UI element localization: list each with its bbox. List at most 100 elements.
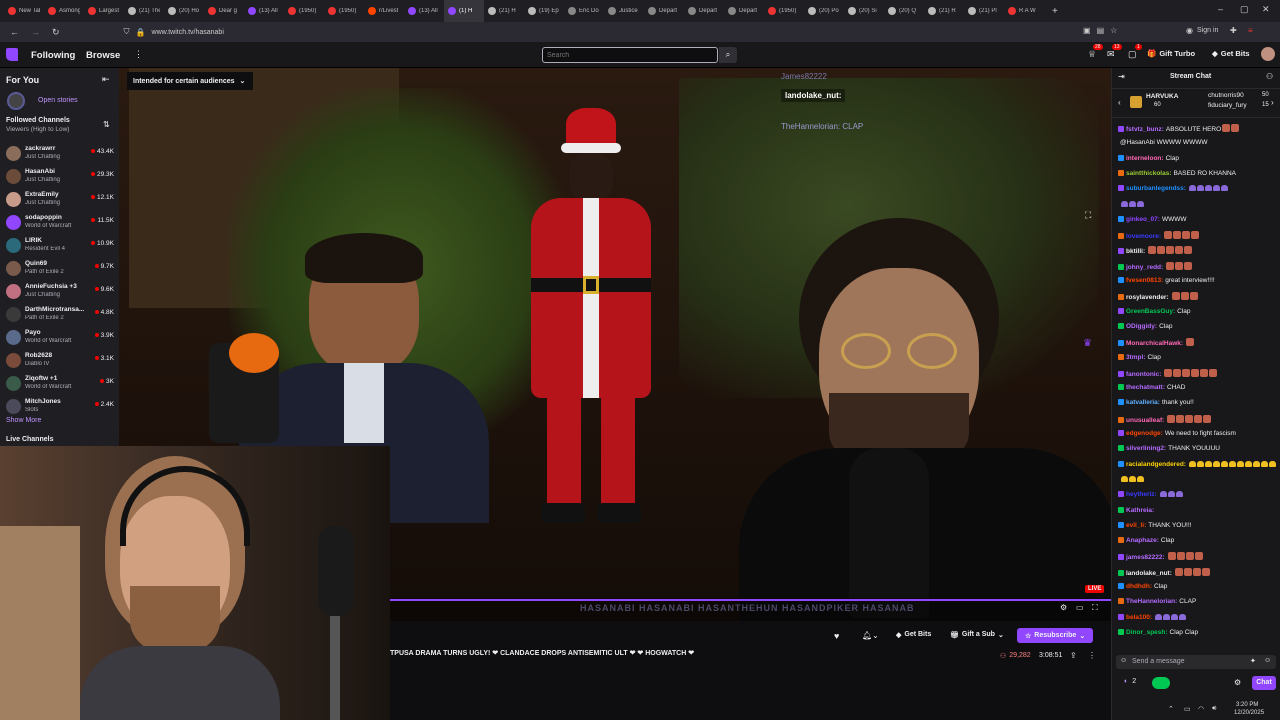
followed-channel-item[interactable]: zackrawrr Just Chatting 43.4K [0,143,119,166]
chat-send-button[interactable]: Chat [1252,676,1276,690]
collapse-sidebar-icon[interactable]: ⇤ [102,74,110,85]
browser-tab[interactable]: (19) Ep [524,0,564,22]
chat-username[interactable]: unusualleaf: [1126,417,1164,424]
gift-sub-button[interactable]: 🎁︎ Gift a Sub ⌄ [950,631,1004,639]
extension-icon[interactable]: ▣ [1083,26,1091,35]
share-icon[interactable]: ⇪ [1070,651,1077,660]
prime-crown-icon[interactable]: ♕ [1088,49,1096,60]
browser-tab[interactable]: r/Livest [364,0,404,22]
browser-tab[interactable]: (1950) [324,0,364,22]
chat-username[interactable]: james82222: [1126,554,1165,561]
fullscreen-icon[interactable]: ⛶ [1092,603,1098,613]
nav-following[interactable]: Following [31,50,75,61]
follow-heart-icon[interactable]: ♥ [834,631,839,641]
inbox-icon[interactable]: ✉ [1107,49,1115,60]
followed-channel-item[interactable]: Rob2628 Diablo IV 3.1K [0,350,119,373]
chat-username[interactable]: Anaphaze: [1126,537,1159,544]
followed-channel-item[interactable]: Ziqoftw +1 World of Warcraft 3K [0,373,119,396]
gift-turbo-button[interactable]: 🎁 Gift Turbo [1147,49,1195,58]
chat-username[interactable]: johny_redd: [1126,264,1163,271]
chat-username[interactable]: heytheriz: [1126,491,1157,498]
new-tab-button[interactable]: + [1052,6,1058,17]
nav-browse[interactable]: Browse [86,50,120,61]
browser-tab[interactable]: (13) All [404,0,444,22]
browser-tab[interactable]: (21) H [484,0,524,22]
chat-username[interactable]: landolake_nut: [1126,570,1172,577]
wifi-icon[interactable]: ◠ [1198,705,1204,713]
browser-tab[interactable]: (1950) [764,0,804,22]
followed-channel-item[interactable]: Quin69 Path of Exile 2 9.7K [0,258,119,281]
browser-tab[interactable]: Largest [84,0,124,22]
browser-tab[interactable]: (20) Q [884,0,924,22]
chat-username[interactable]: fanontonic: [1126,371,1161,378]
chat-username[interactable]: GreenBassGuy: [1126,308,1175,315]
emote-picker-icon[interactable]: ☺ [1120,657,1127,664]
chat-username[interactable]: lovemoore: [1126,233,1161,240]
browser-tab[interactable]: (21) The [124,0,164,22]
browser-tab[interactable]: Depart [684,0,724,22]
chat-username[interactable]: dhdhdh: [1126,583,1152,590]
bits-icon[interactable]: ✦ [1250,657,1256,665]
browser-tab[interactable]: Eric Do [564,0,604,22]
theatre-mode-icon[interactable]: ▭ [1076,603,1084,612]
chat-username[interactable]: bela100: [1126,614,1152,621]
more-options-icon[interactable]: ⋮ [1088,651,1096,660]
browser-tab[interactable]: R A W [1004,0,1044,22]
community-icon[interactable]: ⚇ [1266,72,1273,81]
chat-username[interactable]: MonarchicalHawk: [1126,340,1183,347]
chat-username[interactable]: fstvtz_bunz: [1126,126,1164,133]
twitch-logo-icon[interactable] [6,48,18,61]
emoji-icon[interactable]: ☺ [1264,657,1271,664]
chat-username[interactable]: saintthickolas: [1126,170,1172,177]
browser-tab[interactable]: Asmongold [44,0,84,22]
more-menu-icon[interactable]: ⋮ [134,49,143,60]
chat-username[interactable]: rosylavender: [1126,294,1169,301]
chat-username[interactable]: racialandgendered: [1126,461,1186,468]
followed-channel-item[interactable]: ExtraEmily Just Chatting 12.1K [0,189,119,212]
browser-tab[interactable]: Justice [604,0,644,22]
browser-tab[interactable]: (21) R [924,0,964,22]
back-icon[interactable]: ← [10,27,19,37]
url-text[interactable]: www.twitch.tv/hasanabi [152,29,224,36]
notification-bell-icon[interactable]: 🔔︎⌄ [862,631,879,640]
chat-username[interactable]: edgenodge: [1126,430,1163,437]
forward-icon[interactable]: → [31,27,40,37]
followed-channel-item[interactable]: MitchJones Slots 2.4K [0,396,119,419]
whispers-icon[interactable]: ▢ [1128,49,1137,60]
sign-in-button[interactable]: ◉ Sign in [1186,26,1218,35]
url-field[interactable]: ⛉ 🔒 www.twitch.tv/hasanabi [124,25,1024,39]
chat-username[interactable]: 3tmpl: [1126,354,1146,361]
followed-channel-item[interactable]: AnnieFuchsia +3 Just Chatting 9.6K [0,281,119,304]
browser-tab[interactable]: (20) Ho [164,0,204,22]
chat-input[interactable]: ☺ Send a message ✦ ☺ [1116,655,1276,669]
chat-username[interactable]: katvalleria: [1126,399,1160,406]
browser-tab[interactable]: (1950) [284,0,324,22]
get-bits-nav-button[interactable]: ◆ Get Bits [1212,49,1250,58]
browser-tab[interactable]: Depart [724,0,764,22]
search-button[interactable]: ⌕ [719,47,737,63]
sort-icon[interactable]: ⇅ [103,120,110,129]
menu-icon[interactable]: ≡ [1248,26,1253,35]
chat-username[interactable]: interneloon: [1126,155,1164,162]
chat-username[interactable]: fvesen0813: [1126,277,1163,284]
claim-bonus-icon[interactable] [1152,677,1170,689]
chat-settings-icon[interactable]: ⚙ [1234,678,1241,687]
progress-bar[interactable] [390,599,1111,601]
search-input[interactable] [542,47,718,63]
browser-tab[interactable]: (20) Po [804,0,844,22]
browser-tab[interactable]: (1) H [444,0,484,22]
user-avatar[interactable] [1261,47,1275,61]
show-more-link[interactable]: Show More [6,417,41,424]
followed-channel-item[interactable]: HasanAbi Just Chatting 29.3K [0,166,119,189]
browser-tab[interactable]: Depart [644,0,684,22]
theatre-corner-icon[interactable]: ⛶ [1085,210,1091,221]
pocket-icon[interactable]: ▤ [1097,26,1105,35]
volume-icon[interactable]: 🔊︎ [1212,705,1216,713]
chat-username[interactable]: evil_li: [1126,522,1146,529]
chat-username[interactable]: suburbanlegendss: [1126,185,1186,192]
channel-points[interactable]: ◐ 2 [1124,678,1136,685]
browser-tab[interactable]: (13) All [244,0,284,22]
browser-tab[interactable]: (20) Si [844,0,884,22]
followed-channel-item[interactable]: LIRIK Resident Evil 4 10.9K [0,235,119,258]
chevron-left-icon[interactable]: ‹ [1118,98,1121,107]
